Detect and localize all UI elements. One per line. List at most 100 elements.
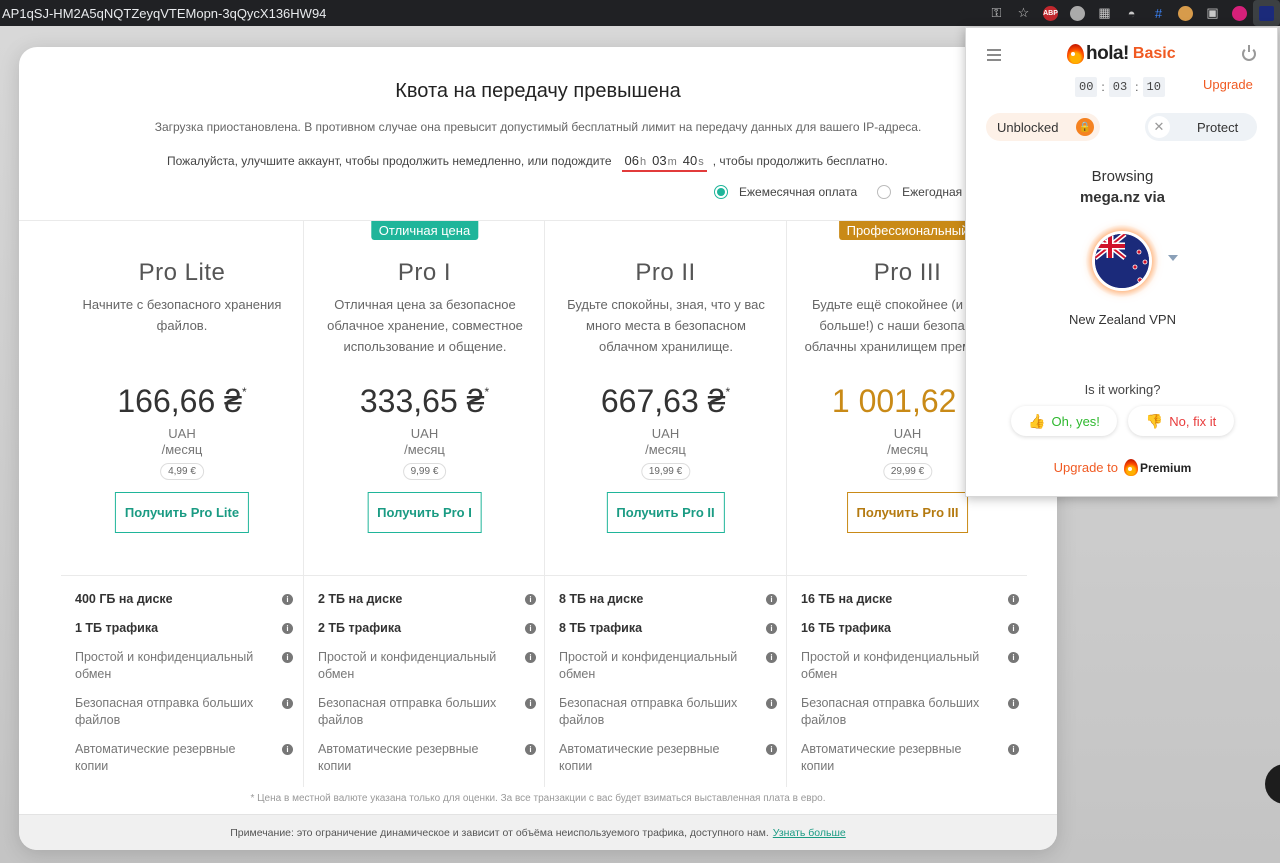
info-icon[interactable]: i (282, 652, 293, 663)
wait-suffix: , чтобы продолжить бесплатно. (712, 154, 888, 168)
plan-eur-price: 29,99 € (882, 463, 933, 480)
info-icon[interactable]: i (766, 652, 777, 663)
professional-badge: Профессиональный (838, 221, 977, 240)
key-icon[interactable]: ⚿ (983, 0, 1010, 26)
get-pro-ii-button[interactable]: Получить Pro II (606, 492, 725, 533)
billing-monthly-option[interactable]: Ежемесячная оплата (714, 185, 857, 199)
monthly-radio[interactable] (714, 185, 728, 199)
info-icon[interactable]: i (282, 594, 293, 605)
lock-icon: 🔒 (1076, 118, 1094, 136)
feature-list: 2 ТБ на диске i 2 ТБ трафика i Простой и к… (318, 591, 536, 787)
info-icon[interactable]: i (525, 652, 536, 663)
info-icon[interactable]: i (525, 594, 536, 605)
info-icon[interactable]: i (1008, 744, 1019, 755)
info-icon[interactable]: i (766, 623, 777, 634)
feature-item: Простой и конфиденциальный обмен i (75, 649, 293, 683)
plan-price: 333,65 ₴* (359, 383, 490, 419)
info-icon[interactable]: i (282, 698, 293, 709)
get-pro-iii-button[interactable]: Получить Pro III (846, 492, 969, 533)
learn-more-link[interactable]: Узнать больше (773, 827, 846, 839)
cookie-extension-icon[interactable] (1172, 0, 1199, 26)
get-pro-i-button[interactable]: Получить Pro I (367, 492, 482, 533)
feature-item: Автоматические резервные копии i (318, 741, 536, 775)
countdown-timer: 06 h 03 m 40 s (621, 153, 707, 172)
unblocked-toggle[interactable]: Unblocked 🔒 (986, 113, 1100, 141)
feature-list: 16 ТБ на диске i 16 ТБ трафика i Простой и… (801, 591, 1019, 787)
plan-period: /месяц (161, 442, 203, 457)
feature-item: Автоматические резервные копии i (75, 741, 293, 775)
is-working-question: Is it working? (1084, 382, 1161, 397)
adblock-icon[interactable]: ABP (1037, 0, 1064, 26)
plan-eur-price: 4,99 € (160, 463, 204, 480)
info-icon[interactable]: i (1008, 652, 1019, 663)
close-icon: ✕ (1148, 116, 1170, 138)
feature-item: Простой и конфиденциальный обмен i (318, 649, 536, 683)
info-icon[interactable]: i (1008, 623, 1019, 634)
note-bar: Примечание: это ограничение динамическое… (19, 814, 1057, 850)
hola-flame-icon (1123, 459, 1138, 476)
feature-item: Безопасная отправка больших файлов i (318, 695, 536, 729)
plan-period: /месяц (404, 442, 445, 457)
upgrade-link[interactable]: Upgrade (1203, 77, 1253, 92)
features-divider (61, 575, 1027, 576)
feature-item: 1 ТБ трафика i (75, 620, 293, 637)
plan-description: Начните с безопасного хранения файлов. (82, 297, 282, 333)
info-icon[interactable]: i (525, 698, 536, 709)
chevron-down-icon[interactable] (1168, 255, 1178, 261)
no-fix-it-button[interactable]: 👎 No, fix it (1128, 406, 1234, 436)
hola-flame-icon (1067, 44, 1084, 64)
plan-period: /месяц (645, 442, 686, 457)
menu-icon[interactable] (987, 49, 1001, 64)
info-icon[interactable]: i (766, 744, 777, 755)
feature-list: 8 ТБ на диске i 8 ТБ трафика i Простой и к… (559, 591, 777, 787)
oh-yes-button[interactable]: 👍 Oh, yes! (1011, 406, 1117, 436)
vpn-session-timer: 00: 03: 10 (1075, 77, 1165, 97)
new-zealand-flag-icon (1092, 231, 1152, 291)
billing-yearly-option[interactable]: Ежегодная (877, 185, 962, 199)
wait-prefix: Пожалуйста, улучшите аккаунт, чтобы прод… (167, 154, 612, 168)
plan-currency: UAH (410, 426, 439, 441)
country-label: New Zealand VPN (1069, 312, 1176, 327)
country-selector[interactable] (1086, 225, 1158, 297)
plan-name: Pro I (397, 259, 452, 286)
feature-item: 2 ТБ трафика i (318, 620, 536, 637)
power-icon[interactable] (1242, 45, 1256, 61)
hash-extension-icon[interactable]: # (1145, 0, 1172, 26)
plan-currency: UAH (651, 426, 680, 441)
protect-toggle[interactable]: ✕ Protect (1145, 113, 1257, 141)
feature-item: Безопасная отправка больших файлов i (559, 695, 777, 729)
get-pro-lite-button[interactable]: Получить Pro Lite (114, 492, 250, 533)
grid-extension-icon[interactable]: ▦ (1091, 0, 1118, 26)
plan-card-pro-i: Отличная цена Pro I Отличная цена за без… (303, 221, 545, 787)
extension-icon[interactable] (1064, 0, 1091, 26)
info-icon[interactable]: i (1008, 594, 1019, 605)
feature-item: 400 ГБ на диске i (75, 591, 293, 608)
info-icon[interactable]: i (766, 594, 777, 605)
thumbs-up-icon: 👍 (1028, 412, 1046, 429)
note-text: Примечание: это ограничение динамическое… (230, 826, 769, 839)
browser-toolbar: AP1qSJ-HM2A5qNQTZeyqVTEMopn-3qQycX136HW9… (0, 0, 1280, 26)
pink-extension-icon[interactable] (1226, 0, 1253, 26)
feature-list: 400 ГБ на диске i 1 ТБ трафика i Простой и… (75, 591, 293, 787)
feature-item: Автоматические резервные копии i (559, 741, 777, 775)
thumbs-down-icon: 👎 (1145, 412, 1164, 429)
wait-message: Пожалуйста, улучшите аккаунт, чтобы прод… (167, 153, 888, 172)
yearly-radio[interactable] (877, 185, 892, 199)
feature-item: 16 ТБ на диске i (801, 591, 1019, 608)
info-icon[interactable]: i (282, 623, 293, 634)
hola-vpn-flag-icon[interactable] (1253, 0, 1280, 26)
hola-logo: hola! Basic (1067, 43, 1176, 65)
info-icon[interactable]: i (766, 698, 777, 709)
feature-item: Безопасная отправка больших файлов i (801, 695, 1019, 729)
info-icon[interactable]: i (282, 744, 293, 755)
star-icon[interactable]: ☆ (1010, 0, 1037, 26)
info-icon[interactable]: i (525, 744, 536, 755)
upgrade-to-premium-link[interactable]: Upgrade to Premium (966, 459, 1279, 476)
timer-seconds: 40 (682, 153, 698, 168)
face-extension-icon[interactable]: ▣ (1199, 0, 1226, 26)
spy-extension-icon[interactable]: ◓ (1118, 0, 1145, 26)
address-bar[interactable]: AP1qSJ-HM2A5qNQTZeyqVTEMopn-3qQycX136HW9… (0, 6, 326, 21)
info-icon[interactable]: i (525, 623, 536, 634)
plan-card-pro-ii: Pro II Будьте спокойны, зная, что у вас … (544, 221, 786, 787)
info-icon[interactable]: i (1008, 698, 1019, 709)
